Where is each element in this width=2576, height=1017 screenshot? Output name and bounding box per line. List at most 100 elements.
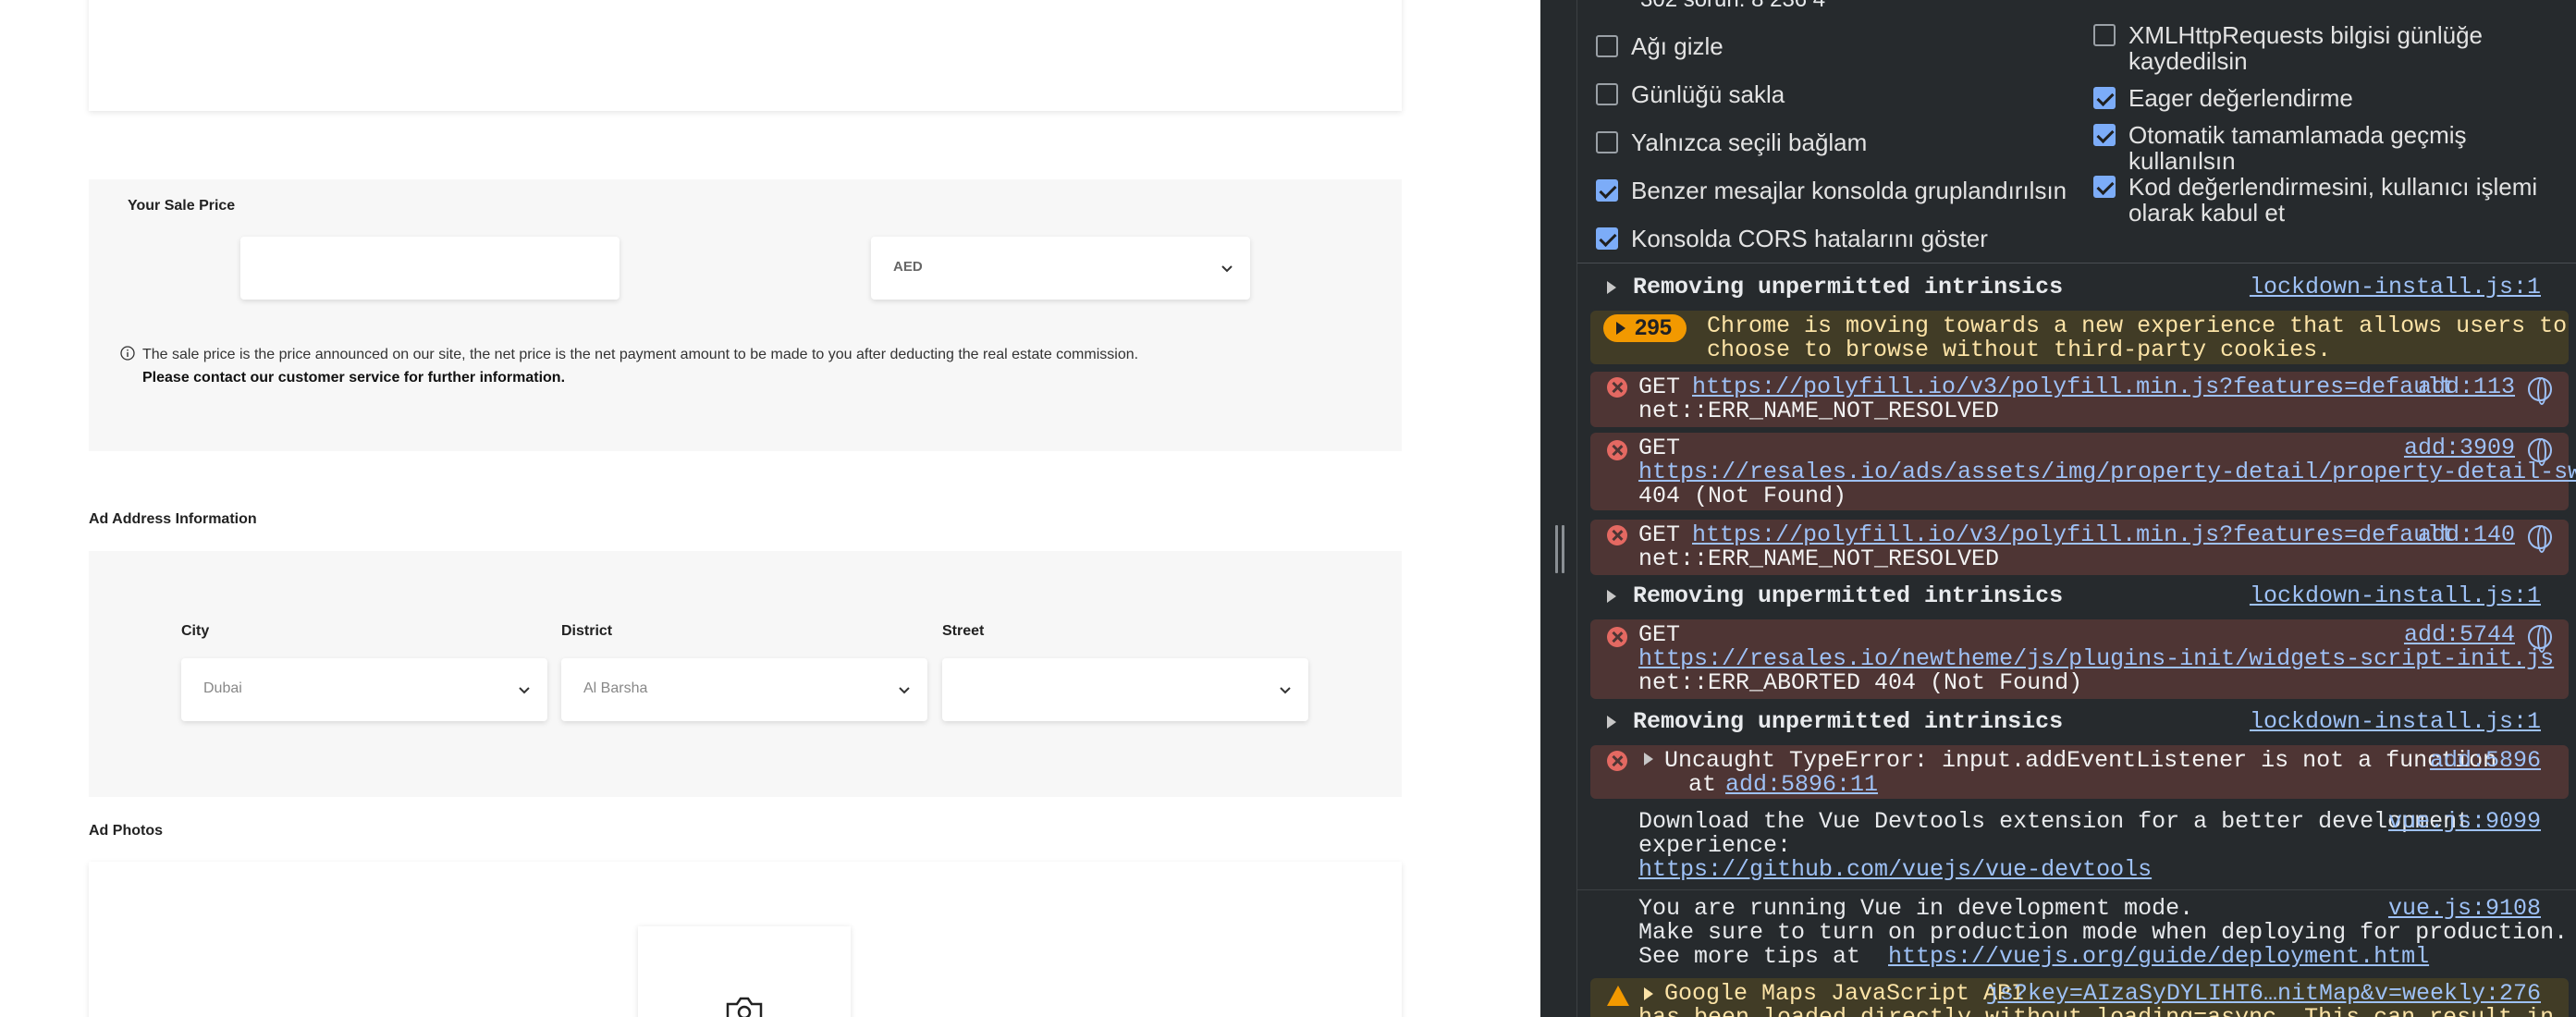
checkbox[interactable]: [2093, 176, 2116, 198]
photo-upload-box[interactable]: [638, 926, 851, 1017]
message-text-line2: choose to browse without third-party coo…: [1707, 337, 2332, 363]
method-text: GET: [1638, 374, 1681, 400]
vue-deployment-link[interactable]: https://vuejs.org/guide/deployment.html: [1888, 945, 2429, 969]
request-url[interactable]: https://resales.io/ads/assets/img/proper…: [1638, 460, 2576, 484]
customer-service-note: Please contact our customer service for …: [142, 370, 566, 386]
source-link[interactable]: add:140: [2418, 523, 2515, 547]
expand-arrow-icon[interactable]: [1607, 716, 1616, 729]
setting-label: Konsolda CORS hatalarını göster: [1631, 225, 1988, 252]
setting-label: Yalnızca seçili bağlam: [1631, 129, 1868, 156]
checkbox[interactable]: [2093, 87, 2116, 109]
issues-summary: 302 sorun: 8 236 4: [1640, 0, 1825, 13]
camera-icon: [726, 997, 763, 1017]
source-link[interactable]: lockdown-install.js:1: [2250, 276, 2541, 300]
console-error-polyfill-2[interactable]: GET https://polyfill.io/v3/polyfill.min.…: [1590, 520, 2569, 575]
checkbox[interactable]: [1596, 227, 1618, 250]
setting-log-xhr[interactable]: XMLHttpRequests bilgisi günlüğe kaydedil…: [2093, 22, 2556, 74]
checkbox[interactable]: [1596, 131, 1618, 153]
source-link[interactable]: add:3909: [2404, 436, 2515, 460]
message-line3: See more tips at: [1638, 943, 1861, 970]
city-select[interactable]: Dubai: [181, 658, 547, 721]
console-message-vue-devmode[interactable]: You are running Vue in development mode.…: [1590, 895, 2569, 973]
message-line2: has been loaded directly without loading…: [1638, 1006, 2554, 1017]
city-label: City: [181, 623, 210, 639]
source-link[interactable]: js?key=AIzaSyDYLIHT6…nitMap&v=weekly:276: [1986, 982, 2541, 1006]
message-text: Google Maps JavaScript API: [1664, 980, 2026, 1007]
source-link[interactable]: add:113: [2418, 375, 2515, 399]
error-icon: [1607, 377, 1627, 398]
console-error-widgets[interactable]: GET add:5744 https://resales.io/newtheme…: [1590, 619, 2569, 699]
chevron-down-icon: [519, 687, 530, 694]
source-link[interactable]: vue.js:9099: [2388, 810, 2541, 834]
repeat-count-badge[interactable]: 295: [1603, 314, 1687, 342]
resize-grip-icon[interactable]: [1555, 525, 1564, 573]
source-link[interactable]: add:5744: [2404, 623, 2515, 647]
setting-selected-context[interactable]: Yalnızca seçili bağlam: [1596, 129, 1867, 155]
source-link[interactable]: lockdown-install.js:1: [2250, 710, 2541, 734]
expand-arrow-icon[interactable]: [1607, 281, 1616, 294]
vue-devtools-link[interactable]: https://github.com/vuejs/vue-devtools: [1638, 858, 2152, 882]
message-line1: You are running Vue in development mode.: [1638, 895, 2194, 922]
setting-hide-network[interactable]: Ağı gizle: [1596, 33, 1723, 59]
message-text: Removing unpermitted intrinsics: [1633, 582, 2064, 609]
console-message-vue-devtools[interactable]: Download the Vue Devtools extension for …: [1590, 808, 2569, 886]
setting-preserve-log[interactable]: Günlüğü sakla: [1596, 81, 1785, 107]
checkbox[interactable]: [2093, 24, 2116, 46]
console-error-swiper[interactable]: GET add:3909 https://resales.io/ads/asse…: [1590, 433, 2576, 510]
chevron-down-icon: [899, 687, 910, 694]
setting-label: Günlüğü sakla: [1631, 80, 1785, 108]
error-detail: net::ERR_ABORTED 404 (Not Found): [1638, 669, 2083, 696]
district-select[interactable]: Al Barsha: [561, 658, 927, 721]
method-text: GET: [1638, 435, 1681, 461]
setting-group-similar[interactable]: Benzer mesajlar konsolda gruplandırılsın: [1596, 178, 2067, 203]
message-line2: experience:: [1638, 832, 1792, 859]
network-globe-icon[interactable]: [2528, 377, 2552, 405]
setting-user-activation[interactable]: Kod değerlendirmesini, kullanıcı işlemi …: [2093, 174, 2556, 226]
console-warning-google-maps[interactable]: Google Maps JavaScript API js?key=AIzaSy…: [1590, 978, 2569, 1017]
expand-arrow-icon[interactable]: [1644, 987, 1653, 1000]
checkbox[interactable]: [1596, 83, 1618, 105]
setting-autocomplete-history[interactable]: Otomatik tamamlamada geçmiş kullanılsın: [2093, 122, 2556, 174]
error-detail: net::ERR_NAME_NOT_RESOLVED: [1638, 545, 2000, 572]
message-text: Uncaught TypeError: input.addEventListen…: [1664, 747, 2497, 774]
currency-select[interactable]: AED: [871, 237, 1250, 300]
checkbox[interactable]: [2093, 124, 2116, 146]
chevron-down-icon: [1221, 265, 1233, 273]
setting-show-cors[interactable]: Konsolda CORS hatalarını göster: [1596, 226, 1988, 251]
console-message-cookies[interactable]: 295 Chrome is moving towards a new exper…: [1590, 311, 2569, 364]
city-value: Dubai: [203, 680, 242, 696]
stack-location[interactable]: add:5896:11: [1725, 773, 1878, 797]
console-message-intrinsics-2[interactable]: Removing unpermitted intrinsics lockdown…: [1590, 582, 2569, 610]
street-label: Street: [942, 623, 985, 639]
setting-label: Otomatik tamamlamada geçmiş kullanılsın: [2128, 121, 2467, 175]
sale-price-input[interactable]: [240, 237, 619, 300]
expand-arrow-icon[interactable]: [1607, 590, 1616, 603]
console-error-typeerror[interactable]: Uncaught TypeError: input.addEventListen…: [1590, 745, 2569, 799]
setting-eager-eval[interactable]: Eager değerlendirme: [2093, 85, 2556, 111]
message-line1: Download the Vue Devtools extension for …: [1638, 808, 2472, 835]
request-url[interactable]: https://polyfill.io/v3/polyfill.min.js?f…: [1692, 523, 2455, 547]
district-value: Al Barsha: [583, 680, 648, 696]
console-message-intrinsics-1[interactable]: Removing unpermitted intrinsics lockdown…: [1590, 274, 2569, 301]
source-link[interactable]: vue.js:9108: [2388, 897, 2541, 921]
request-url[interactable]: https://polyfill.io/v3/polyfill.min.js?f…: [1692, 375, 2455, 399]
checkbox[interactable]: [1596, 35, 1618, 57]
console-error-polyfill-1[interactable]: GET https://polyfill.io/v3/polyfill.min.…: [1590, 372, 2569, 427]
street-select[interactable]: [942, 658, 1308, 721]
request-url[interactable]: https://resales.io/newtheme/js/plugins-i…: [1638, 647, 2554, 671]
top-card: [89, 0, 1402, 111]
devtools-resize-bar[interactable]: [1540, 0, 1577, 1017]
console-message-intrinsics-3[interactable]: Removing unpermitted intrinsics lockdown…: [1590, 708, 2569, 736]
sale-price-heading: Your Sale Price: [128, 198, 236, 214]
error-detail: 404 (Not Found): [1638, 483, 1847, 509]
source-link[interactable]: add:5896: [2430, 749, 2541, 773]
info-icon: [120, 346, 135, 361]
message-divider: [1577, 889, 2576, 890]
chevron-down-icon: [1280, 687, 1291, 694]
network-globe-icon[interactable]: [2528, 525, 2552, 553]
method-text: GET: [1638, 521, 1681, 548]
devtools-panel: 302 sorun: 8 236 4 Ağı gizle Günlüğü sak…: [1540, 0, 2576, 1017]
source-link[interactable]: lockdown-install.js:1: [2250, 584, 2541, 608]
checkbox[interactable]: [1596, 179, 1618, 202]
expand-arrow-icon[interactable]: [1644, 753, 1653, 766]
